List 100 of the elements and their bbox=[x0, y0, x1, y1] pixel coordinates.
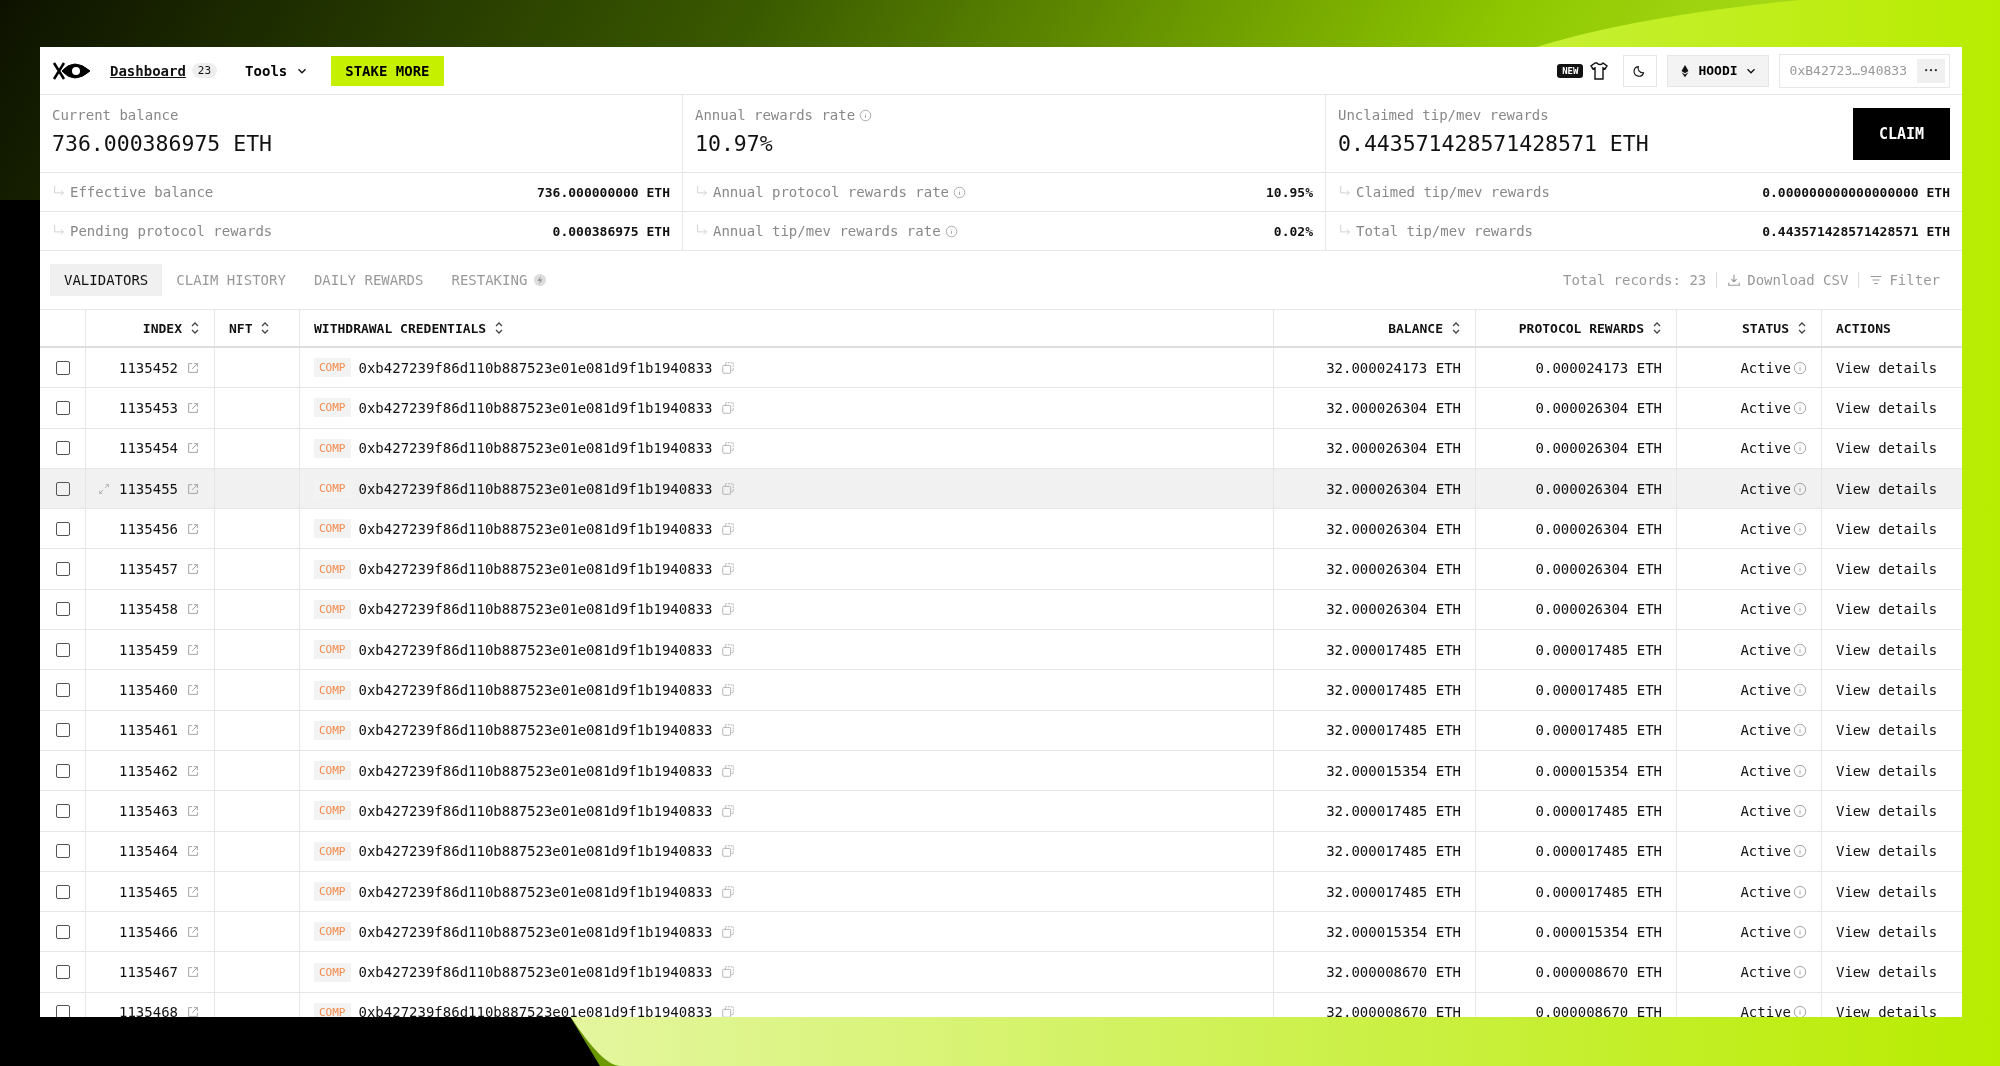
checkbox[interactable] bbox=[55, 521, 70, 536]
view-details-link[interactable]: View details bbox=[1836, 1004, 1938, 1017]
external-link-icon[interactable] bbox=[186, 602, 200, 617]
view-details-link[interactable]: View details bbox=[1836, 440, 1938, 457]
external-link-icon[interactable] bbox=[186, 763, 200, 778]
external-link-icon[interactable] bbox=[186, 562, 200, 577]
checkbox[interactable] bbox=[55, 481, 70, 496]
info-icon[interactable] bbox=[1793, 884, 1807, 899]
info-icon[interactable] bbox=[1793, 965, 1807, 980]
view-details-link[interactable]: View details bbox=[1836, 923, 1938, 940]
external-link-icon[interactable] bbox=[186, 884, 200, 899]
view-details-link[interactable]: View details bbox=[1836, 641, 1938, 658]
external-link-icon[interactable] bbox=[186, 965, 200, 980]
checkbox[interactable] bbox=[55, 683, 70, 697]
view-details-link[interactable]: View details bbox=[1836, 601, 1938, 618]
more-button[interactable] bbox=[1917, 58, 1945, 83]
checkbox[interactable] bbox=[55, 1005, 70, 1017]
external-link-icon[interactable] bbox=[186, 803, 200, 818]
external-link-icon[interactable] bbox=[186, 1005, 200, 1017]
column-header[interactable]: BALANCE bbox=[1274, 310, 1476, 348]
shirt-icon[interactable] bbox=[1589, 60, 1610, 81]
external-link-icon[interactable] bbox=[186, 924, 200, 939]
info-icon[interactable] bbox=[953, 185, 966, 199]
column-header[interactable]: WITHDRAWAL CREDENTIALS bbox=[300, 310, 1274, 348]
info-icon[interactable] bbox=[859, 108, 873, 122]
checkbox[interactable] bbox=[55, 884, 70, 899]
view-details-link[interactable]: View details bbox=[1836, 762, 1938, 779]
checkbox[interactable] bbox=[55, 844, 70, 859]
view-details-link[interactable]: View details bbox=[1836, 520, 1938, 537]
copy-icon[interactable] bbox=[720, 924, 735, 939]
info-icon[interactable] bbox=[1793, 723, 1807, 738]
column-header[interactable]: PROTOCOL REWARDS bbox=[1476, 310, 1677, 348]
external-link-icon[interactable] bbox=[186, 642, 200, 657]
checkbox[interactable] bbox=[55, 441, 70, 456]
info-icon[interactable] bbox=[1793, 844, 1807, 859]
copy-icon[interactable] bbox=[720, 763, 735, 778]
network-selector[interactable]: HOODI bbox=[1667, 54, 1769, 87]
claim-button[interactable]: CLAIM bbox=[1853, 108, 1950, 160]
checkbox[interactable] bbox=[55, 965, 70, 980]
copy-icon[interactable] bbox=[720, 562, 735, 577]
info-icon[interactable] bbox=[1793, 360, 1807, 375]
copy-icon[interactable] bbox=[720, 803, 735, 818]
stake-more-button[interactable]: STAKE MORE bbox=[331, 55, 444, 86]
info-icon[interactable] bbox=[1793, 642, 1807, 657]
info-icon[interactable] bbox=[1793, 441, 1807, 456]
copy-icon[interactable] bbox=[720, 1005, 735, 1017]
view-details-link[interactable]: View details bbox=[1836, 561, 1938, 578]
external-link-icon[interactable] bbox=[186, 521, 200, 536]
copy-icon[interactable] bbox=[720, 481, 735, 496]
checkbox[interactable] bbox=[55, 803, 70, 818]
copy-icon[interactable] bbox=[720, 400, 735, 415]
view-details-link[interactable]: View details bbox=[1836, 883, 1938, 900]
theme-toggle-button[interactable] bbox=[1623, 54, 1658, 87]
copy-icon[interactable] bbox=[720, 642, 735, 657]
copy-icon[interactable] bbox=[720, 521, 735, 536]
info-icon[interactable] bbox=[1793, 763, 1807, 778]
column-header[interactable]: NFT bbox=[215, 310, 300, 348]
expand-icon[interactable] bbox=[97, 481, 111, 496]
view-details-link[interactable]: View details bbox=[1836, 802, 1938, 819]
copy-icon[interactable] bbox=[720, 360, 735, 375]
view-details-link[interactable]: View details bbox=[1836, 399, 1938, 416]
checkbox[interactable] bbox=[55, 562, 70, 577]
copy-icon[interactable] bbox=[720, 602, 735, 617]
info-icon[interactable] bbox=[1793, 562, 1807, 577]
external-link-icon[interactable] bbox=[186, 683, 200, 697]
checkbox[interactable] bbox=[55, 763, 70, 778]
checkbox[interactable] bbox=[55, 642, 70, 657]
copy-icon[interactable] bbox=[720, 683, 735, 697]
copy-icon[interactable] bbox=[720, 884, 735, 899]
tools-menu[interactable]: Tools bbox=[245, 62, 310, 79]
info-icon[interactable] bbox=[1793, 602, 1807, 617]
info-icon[interactable] bbox=[1793, 924, 1807, 939]
copy-icon[interactable] bbox=[720, 441, 735, 456]
view-details-link[interactable]: View details bbox=[1836, 843, 1938, 860]
info-icon[interactable] bbox=[944, 224, 958, 238]
view-details-link[interactable]: View details bbox=[1836, 480, 1938, 497]
info-icon[interactable] bbox=[1793, 481, 1807, 496]
checkbox[interactable] bbox=[55, 400, 70, 415]
copy-icon[interactable] bbox=[720, 723, 735, 738]
column-header[interactable]: INDEX bbox=[86, 310, 215, 348]
view-details-link[interactable]: View details bbox=[1836, 682, 1938, 698]
view-details-link[interactable]: View details bbox=[1836, 964, 1938, 981]
tab[interactable]: VALIDATORS bbox=[50, 264, 163, 296]
view-details-link[interactable]: View details bbox=[1836, 722, 1938, 739]
external-link-icon[interactable] bbox=[186, 400, 200, 415]
dashboard-link[interactable]: Dashboard bbox=[110, 62, 186, 79]
info-icon[interactable] bbox=[1793, 683, 1807, 697]
checkbox[interactable] bbox=[55, 924, 70, 939]
column-header[interactable]: STATUS bbox=[1677, 310, 1822, 348]
external-link-icon[interactable] bbox=[186, 844, 200, 859]
info-icon[interactable] bbox=[1793, 803, 1807, 818]
external-link-icon[interactable] bbox=[186, 360, 200, 375]
copy-icon[interactable] bbox=[720, 965, 735, 980]
copy-icon[interactable] bbox=[720, 844, 735, 859]
info-icon[interactable] bbox=[1793, 400, 1807, 415]
checkbox[interactable] bbox=[55, 360, 70, 375]
info-icon[interactable] bbox=[1793, 1005, 1807, 1017]
external-link-icon[interactable] bbox=[186, 441, 200, 456]
external-link-icon[interactable] bbox=[186, 723, 200, 738]
external-link-icon[interactable] bbox=[186, 481, 200, 496]
